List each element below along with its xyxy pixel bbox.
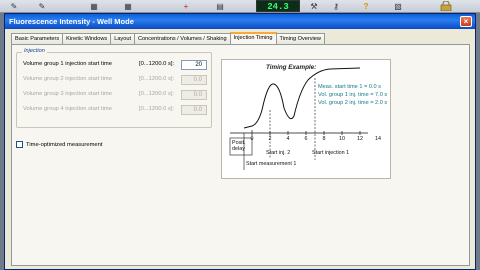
group1-start-time-input[interactable]: 20 [181,60,207,70]
tab-bar: Basic Parameters Kinetic Windows Layout … [11,32,325,44]
group3-start-time-input: 0.0 [181,90,207,100]
injection-row: Volume group 3 injection start time [0..… [23,90,209,100]
app-toolbar: ✎ ✎ ▦ ▦ + ▤ 24.3 ⚒ ⚷ ? ▧ [0,0,480,13]
posit-delay-label: Posit. delay [232,140,246,152]
injection-row-range: [0...1200.0 s]: [139,91,175,97]
close-button[interactable]: × [460,16,472,27]
injection-timing-panel: Injection Volume group 1 injection start… [11,44,470,266]
injection-row-label: Volume group 4 injection start time [23,106,112,112]
key-icon[interactable]: ⚷ [330,1,342,12]
plate-icon[interactable]: ▦ [122,1,134,12]
tab-layout[interactable]: Layout [110,33,135,44]
injection-row-range: [0...1200.0 s]: [139,106,175,112]
legend-vol-group1: Vol. group 1 inj. time = 7.0 s [318,92,388,98]
axis-tick-label: 10 [339,136,345,142]
chart-icon[interactable]: ▤ [214,1,226,12]
tools-icon[interactable]: ⚒ [308,1,320,12]
axis-tick-label: 8 [322,136,326,142]
signal-curve [243,67,361,129]
axis-tick-label: 14 [375,136,381,142]
timing-example-panel: Timing Example: Meas. start time 1 = 0.0… [221,59,391,179]
time-optimized-label[interactable]: Time-optimized measurement [26,142,102,148]
tab-basic-parameters[interactable]: Basic Parameters [11,33,64,44]
axis-tick-label: 2 [268,136,272,142]
injection-row-label: Volume group 2 injection start time [23,76,112,82]
pipette-icon[interactable]: ✎ [8,1,20,12]
time-optimized-checkbox[interactable] [16,141,23,148]
injection-row: Volume group 2 injection start time [0..… [23,75,209,85]
start-inj2-label: Start inj. 2 [266,150,291,156]
dialog-title: Fluorescence Intensity - Well Mode [9,17,134,26]
injection-row: Volume group 1 injection start time [0..… [23,60,209,70]
legend-meas-start: Meas. start time 1 = 0.0 s [318,84,381,90]
crosshair-icon[interactable]: + [180,1,192,12]
injection-row-range: [0...1200.0 s]: [139,61,175,67]
tab-injection-timing[interactable]: Injection Timing [229,32,277,44]
injection-row: Volume group 4 injection start time [0..… [23,105,209,115]
axis-tick-label: 6 [304,136,308,142]
plate-icon[interactable]: ▦ [88,1,100,12]
injection-group: Injection Volume group 1 injection start… [16,48,212,128]
axis-tick-label: 4 [286,136,290,142]
group4-start-time-input: 0.0 [181,105,207,115]
tab-timing-overview[interactable]: Timing Overview [275,33,325,44]
timing-example-title: Timing Example: [266,64,317,71]
axis-tick-label: 12 [357,136,363,142]
toolbar-display: 24.3 [256,0,300,12]
fluorescence-dialog: Fluorescence Intensity - Well Mode × Bas… [4,13,476,270]
legend-vol-group2: Vol. group 2 inj. time = 2.0 s [318,100,388,106]
group2-start-time-input: 0.0 [181,75,207,85]
help-icon[interactable]: ? [360,1,372,12]
lock-icon[interactable] [440,1,452,11]
chart-icon[interactable]: ▧ [392,1,404,12]
injection-row-label: Volume group 3 injection start time [23,91,112,97]
tab-concentrations[interactable]: Concentrations / Volumes / Shaking [134,33,231,44]
axis-tick-label: 0 [250,136,254,142]
injection-group-legend: Injection [22,48,47,54]
dialog-titlebar[interactable]: Fluorescence Intensity - Well Mode [5,14,475,29]
injection-row-range: [0...1200.0 s]: [139,76,175,82]
pipette-icon[interactable]: ✎ [36,1,48,12]
tab-kinetic-windows[interactable]: Kinetic Windows [62,33,112,44]
injection-row-label: Volume group 1 injection start time [23,61,112,67]
time-optimized-row: Time-optimized measurement [16,141,102,148]
start-inj1-label: Start injection 1 [312,150,350,156]
start-meas1-label: Start measurement 1 [246,161,297,167]
